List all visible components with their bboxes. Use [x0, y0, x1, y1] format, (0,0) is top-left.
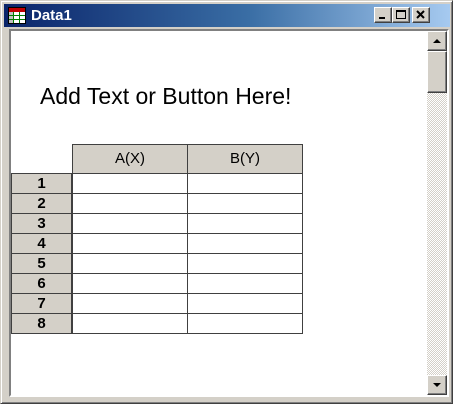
cell-a6[interactable]: [72, 273, 188, 294]
window-title: Data1: [31, 7, 72, 24]
vertical-scrollbar[interactable]: [427, 31, 447, 395]
arrow-up-icon: [433, 39, 441, 43]
close-icon: [416, 10, 425, 19]
minimize-icon: [379, 17, 385, 19]
row-header-1[interactable]: 1: [11, 173, 72, 194]
cell-b1[interactable]: [187, 173, 303, 194]
cell-b4[interactable]: [187, 233, 303, 254]
maximize-button[interactable]: [392, 7, 410, 23]
cell-a2[interactable]: [72, 193, 188, 214]
row-header-8[interactable]: 8: [11, 313, 72, 334]
close-button[interactable]: [412, 7, 430, 23]
scroll-up-button[interactable]: [427, 31, 447, 51]
title-bar[interactable]: Data1: [4, 4, 450, 27]
cell-a5[interactable]: [72, 253, 188, 274]
row-header-5[interactable]: 5: [11, 253, 72, 274]
column-header-b[interactable]: B(Y): [187, 144, 303, 174]
cell-a3[interactable]: [72, 213, 188, 234]
row-header-7[interactable]: 7: [11, 293, 72, 314]
row-header-4[interactable]: 4: [11, 233, 72, 254]
cell-a7[interactable]: [72, 293, 188, 314]
arrow-down-icon: [433, 383, 441, 387]
scroll-down-button[interactable]: [427, 375, 447, 395]
column-header-a[interactable]: A(X): [72, 144, 188, 174]
worksheet-grid-icon: [8, 7, 26, 24]
row-header-6[interactable]: 6: [11, 273, 72, 294]
cell-b2[interactable]: [187, 193, 303, 214]
cell-a1[interactable]: [72, 173, 188, 194]
maximize-icon: [396, 10, 406, 19]
cell-a4[interactable]: [72, 233, 188, 254]
cell-b6[interactable]: [187, 273, 303, 294]
cell-b3[interactable]: [187, 213, 303, 234]
scroll-thumb[interactable]: [427, 51, 447, 93]
cell-a8[interactable]: [72, 313, 188, 334]
worksheet-header-text[interactable]: Add Text or Button Here!: [40, 83, 291, 110]
row-header-2[interactable]: 2: [11, 193, 72, 214]
worksheet-area: Add Text or Button Here! A(X) B(Y) 1 2 3…: [11, 31, 427, 395]
cell-b5[interactable]: [187, 253, 303, 274]
cell-b7[interactable]: [187, 293, 303, 314]
cell-b8[interactable]: [187, 313, 303, 334]
row-header-3[interactable]: 3: [11, 213, 72, 234]
minimize-button[interactable]: [374, 7, 392, 23]
worksheet-window: Data1 Add Text or Button Here! A(X) B(Y)…: [0, 0, 453, 404]
